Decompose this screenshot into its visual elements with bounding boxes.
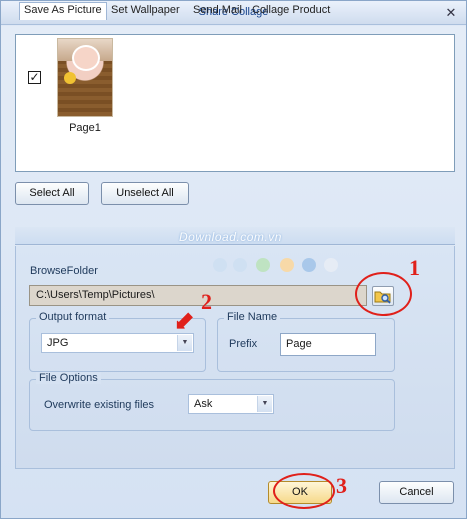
watermark-dot bbox=[213, 258, 227, 272]
overwrite-select[interactable]: Ask ▼ bbox=[188, 394, 274, 414]
watermark-dot bbox=[302, 258, 316, 272]
page-checkbox[interactable]: ✓ bbox=[28, 71, 41, 84]
chevron-down-icon[interactable]: ▼ bbox=[257, 396, 272, 412]
annotation-number-1: 1 bbox=[409, 255, 420, 280]
unselect-all-button[interactable]: Unselect All bbox=[101, 182, 189, 205]
close-icon[interactable]: ✕ bbox=[444, 6, 458, 20]
thumbnail-photo bbox=[72, 45, 100, 71]
annotation-circle-3 bbox=[273, 473, 335, 509]
annotation-number-3: 3 bbox=[336, 473, 347, 498]
page-label: Page1 bbox=[69, 122, 101, 134]
file-options-title: File Options bbox=[36, 372, 101, 384]
tab-collage-product[interactable]: Collage Product bbox=[248, 3, 334, 19]
annotation-number-2: 2 bbox=[201, 289, 212, 314]
watermark-dot bbox=[233, 258, 247, 272]
watermark-dot bbox=[256, 258, 270, 272]
share-collage-dialog: Share Collage ✕ ✓ Page1 Select All Unsel… bbox=[0, 0, 467, 519]
watermark-dot bbox=[324, 258, 338, 272]
browse-folder-label: BrowseFolder bbox=[30, 265, 98, 277]
overwrite-value: Ask bbox=[194, 398, 213, 410]
watermark-dot bbox=[280, 258, 294, 272]
output-format-select[interactable]: JPG ▼ bbox=[41, 333, 194, 353]
output-format-value: JPG bbox=[47, 337, 69, 349]
select-all-button[interactable]: Select All bbox=[15, 182, 89, 205]
folder-path-field[interactable]: C:\Users\Temp\Pictures\ bbox=[29, 285, 367, 306]
tab-save-as-picture[interactable]: Save As Picture bbox=[19, 2, 107, 20]
tab-send-mail[interactable]: Send Mail bbox=[189, 3, 246, 19]
prefix-input[interactable]: Page bbox=[280, 333, 376, 356]
tab-set-wallpaper[interactable]: Set Wallpaper bbox=[107, 3, 184, 19]
file-name-title: File Name bbox=[224, 311, 281, 323]
cancel-button[interactable]: Cancel bbox=[379, 481, 454, 504]
page-thumbnail[interactable] bbox=[57, 38, 113, 117]
chevron-down-icon[interactable]: ▼ bbox=[177, 335, 192, 351]
watermark-text: Download.com.vn bbox=[179, 230, 282, 244]
output-format-title: Output format bbox=[36, 311, 110, 323]
overwrite-label: Overwrite existing files bbox=[44, 399, 155, 411]
annotation-circle-1 bbox=[355, 272, 412, 316]
prefix-label: Prefix bbox=[229, 338, 258, 350]
thumbnail-ornament bbox=[64, 72, 76, 84]
annotation-arrow-icon: ⬋ bbox=[173, 307, 195, 336]
